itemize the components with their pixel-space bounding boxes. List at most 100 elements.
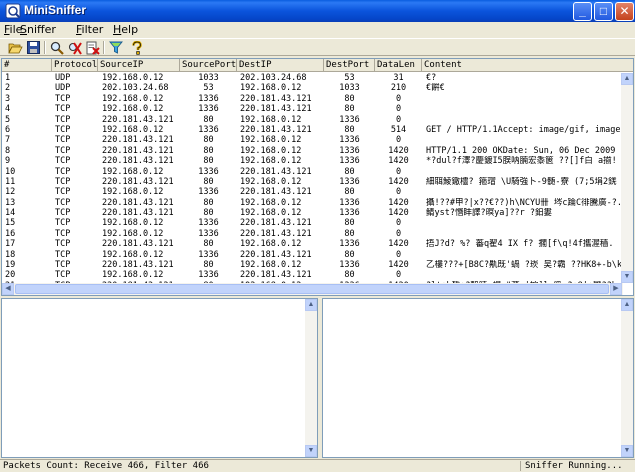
cell-datalen: 1420 [388,260,409,271]
column-header-number[interactable]: # [2,59,52,72]
cell-datalen: 0 [395,93,402,104]
cell-sourceport: 1336 [198,270,219,281]
maximize-button[interactable]: □ [594,2,613,21]
hex-scroll-down-button[interactable]: ▼ [621,445,633,457]
cell-number: 17 [5,239,16,250]
column-header-destip[interactable]: DestIP [237,59,324,72]
scroll-right-button[interactable]: ▶ [610,283,622,295]
stop-button[interactable] [67,40,83,55]
horizontal-scroll-thumb[interactable] [15,284,609,294]
cell-content: 鲭yst?惽盽譯?暝ya]??r ?鈤婁 [426,208,553,219]
save-button[interactable] [25,40,41,55]
table-row[interactable]: 18 TCP 192.168.0.12 1336 220.181.43.121 80 0 [2,250,622,260]
menu-filter[interactable]: Filter [76,23,103,36]
table-row[interactable]: 11 TCP 220.181.43.121 80 192.168.0.12 1336 142… [2,177,622,187]
cell-datalen: 1420 [388,239,409,250]
detail-scroll-down-button[interactable]: ▼ [305,445,317,457]
column-header-sourceport[interactable]: SourcePort [180,59,237,72]
table-row[interactable]: 14 TCP 220.181.43.121 80 192.168.0.12 1336 142… [2,208,622,218]
open-button[interactable] [7,40,23,55]
table-row[interactable]: 3 TCP 192.168.0.12 1336 220.181.43.121 80 0 [2,94,622,104]
hex-pane-scrollbar[interactable]: ▲ ▼ [621,299,633,457]
minimize-button[interactable]: _ [573,2,592,21]
search-icon [50,41,64,55]
toolbar [0,38,635,56]
cell-sourceport: 1336 [198,166,219,177]
cell-number: 12 [5,187,16,198]
cell-destip: 220.181.43.121 [240,166,312,177]
cell-datalen: 0 [395,270,402,281]
column-header-datalen[interactable]: DataLen [375,59,422,72]
table-row[interactable]: 13 TCP 220.181.43.121 80 192.168.0.12 1336 142… [2,198,622,208]
menu-sniffer[interactable]: Sniffer [20,23,56,36]
close-button[interactable]: ✕ [615,2,634,21]
cell-sourceip: 192.168.0.12 [102,187,164,198]
scroll-down-button[interactable]: ▼ [621,271,633,283]
scroll-up-button[interactable]: ▲ [621,73,633,85]
cell-content: 乙樓???+[B8C?鼽既'蝸 ?崁 吴?霸 ??HK8+-b\k [426,260,622,271]
cell-sourceip: 192.168.0.12 [102,270,164,281]
table-row[interactable]: 17 TCP 220.181.43.121 80 192.168.0.12 1336 142… [2,239,622,249]
cell-sourceip: 220.181.43.121 [102,239,174,250]
table-row[interactable]: 10 TCP 192.168.0.12 1336 220.181.43.121 80 0 [2,167,622,177]
table-row[interactable]: 19 TCP 220.181.43.121 80 192.168.0.12 1336 142… [2,260,622,270]
cell-destip: 192.168.0.12 [240,114,302,125]
cell-protocol: TCP [55,156,71,167]
table-row[interactable]: 8 TCP 220.181.43.121 80 192.168.0.12 1336 1420… [2,146,622,156]
help-button[interactable] [129,40,145,55]
column-header-destport[interactable]: DestPort [324,59,375,72]
horizontal-scrollbar[interactable]: ◀ ▶ [2,283,623,295]
cell-protocol: TCP [55,104,71,115]
table-row[interactable]: 5 TCP 220.181.43.121 80 192.168.0.12 1336 0 [2,115,622,125]
column-header-protocol[interactable]: Protocol [52,59,98,72]
cell-sourceip: 220.181.43.121 [102,135,174,146]
column-header-sourceip[interactable]: SourceIP [98,59,180,72]
app-icon [5,3,21,19]
cell-sourceport: 80 [203,197,214,208]
title-bar[interactable]: MiniSniffer _ □ ✕ [0,0,635,22]
cell-sourceip: 220.181.43.121 [102,197,174,208]
cell-sourceport: 1336 [198,218,219,229]
cell-datalen: 1420 [388,176,409,187]
cell-sourceip: 192.168.0.12 [102,249,164,260]
cell-sourceport: 1336 [198,93,219,104]
cell-sourceip: 192.168.0.12 [102,93,164,104]
table-row[interactable]: 7 TCP 220.181.43.121 80 192.168.0.12 1336 0 [2,135,622,145]
cell-protocol: TCP [55,114,71,125]
cell-destport: 1336 [339,197,360,208]
cell-content: €? [426,73,437,83]
cell-number: 7 [5,135,11,146]
cell-destport: 80 [344,187,355,198]
cell-destport: 80 [344,166,355,177]
table-row[interactable]: 9 TCP 220.181.43.121 80 192.168.0.12 1336 1420… [2,156,622,166]
cell-destport: 80 [344,228,355,239]
cell-datalen: 0 [395,114,402,125]
table-row[interactable]: 12 TCP 192.168.0.12 1336 220.181.43.121 80 0 [2,187,622,197]
table-row[interactable]: 20 TCP 192.168.0.12 1336 220.181.43.121 80 0 [2,270,622,280]
scroll-left-button[interactable]: ◀ [2,283,14,295]
cell-destport: 1336 [339,145,360,156]
table-row[interactable]: 4 TCP 192.168.0.12 1336 220.181.43.121 80 0 [2,104,622,114]
table-row[interactable]: 15 TCP 192.168.0.12 1336 220.181.43.121 80 0 [2,218,622,228]
table-row[interactable]: 16 TCP 192.168.0.12 1336 220.181.43.121 80 0 [2,229,622,239]
column-header-content[interactable]: Content [422,59,633,72]
table-row[interactable]: 1 UDP 192.168.0.12 1033 202.103.24.68 53 31 €? [2,73,622,83]
search-button[interactable] [49,40,65,55]
packet-list[interactable]: # Protocol SourceIP SourcePort DestIP De… [1,58,634,296]
cell-protocol: TCP [55,166,71,177]
filter-button[interactable] [108,40,124,55]
cell-protocol: TCP [55,208,71,219]
packet-hex-pane[interactable]: ▲ ▼ [322,298,634,458]
packet-detail-pane[interactable]: ▲ ▼ [1,298,318,458]
filter-icon [109,41,123,54]
detail-scroll-up-button[interactable]: ▲ [305,299,317,311]
save-icon [26,41,40,54]
menu-help[interactable]: Help [113,23,138,36]
vertical-scrollbar[interactable]: ▲ ▼ [621,73,633,283]
detail-pane-scrollbar[interactable]: ▲ ▼ [305,299,317,457]
delete-button[interactable] [85,40,101,55]
table-row[interactable]: 2 UDP 202.103.24.68 53 192.168.0.12 1033 210 €餠… [2,83,622,93]
cell-destport: 80 [344,218,355,229]
hex-scroll-up-button[interactable]: ▲ [621,299,633,311]
table-row[interactable]: 6 TCP 192.168.0.12 1336 220.181.43.121 80 514 G… [2,125,622,135]
